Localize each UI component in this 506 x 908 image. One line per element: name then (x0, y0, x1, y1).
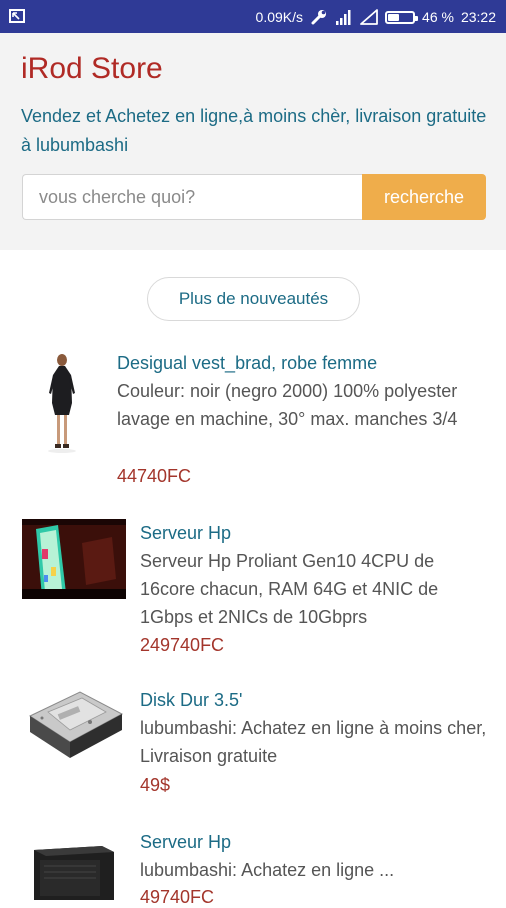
clock: 23:22 (460, 9, 496, 25)
product-description: lubumbashi: Achatez en ligne à moins che… (140, 718, 487, 766)
dress-image[interactable] (22, 349, 102, 455)
product-price: 49740FC (140, 887, 215, 907)
product-price: 249740FC (140, 635, 225, 655)
status-bar: 0.09K/s 46 % 23:22 (0, 0, 506, 33)
product-description: lubumbashi: Achatez en ligne ... (140, 860, 395, 880)
product-price: 49$ (140, 775, 171, 795)
product-description: Serveur Hp Proliant Gen10 4CPU de 16core… (140, 551, 439, 627)
server-tower-image[interactable] (22, 840, 126, 900)
battery-icon (385, 10, 419, 24)
store-brand[interactable]: iRod Store (21, 52, 163, 86)
server-photo-image[interactable] (22, 519, 126, 599)
search-input[interactable] (22, 174, 362, 220)
hard-disk-image[interactable] (22, 686, 126, 766)
wifi-icon (360, 9, 378, 25)
product-title[interactable]: Desigual vest_brad, robe femme (117, 353, 377, 374)
product-description: Couleur: noir (negro 2000) 100% polyeste… (117, 381, 458, 429)
signal-icon (336, 10, 351, 25)
screenshot-icon (9, 9, 25, 23)
battery-level: 46 % (422, 9, 454, 25)
more-new-items-button[interactable]: Plus de nouveautés (147, 277, 360, 321)
store-tagline: Vendez et Achetez en ligne,à moins chèr,… (21, 106, 487, 155)
product-price: 44740FC (117, 466, 192, 486)
network-speed: 0.09K/s (255, 9, 304, 25)
product-title[interactable]: Serveur Hp (140, 523, 231, 544)
search-button[interactable]: recherche (362, 174, 486, 220)
product-title[interactable]: Serveur Hp (140, 832, 231, 853)
wrench-icon (311, 10, 327, 25)
product-title[interactable]: Disk Dur 3.5' (140, 690, 242, 711)
